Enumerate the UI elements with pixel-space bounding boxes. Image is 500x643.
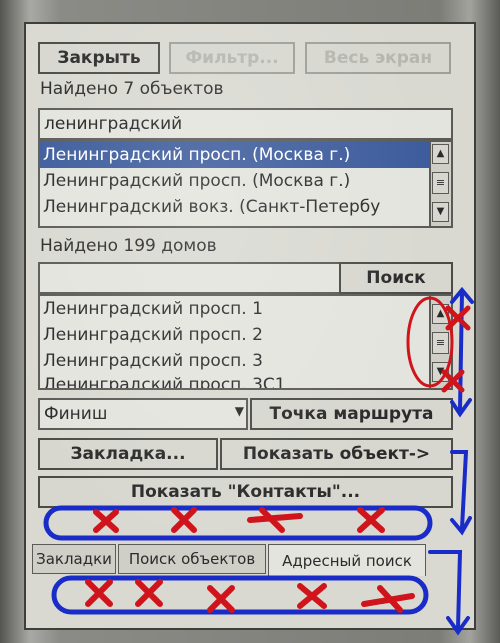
tab-object-search[interactable]: Поиск объектов (118, 544, 266, 574)
objects-scrollbar[interactable]: ▲ ≡ ▼ (429, 142, 451, 226)
list-item[interactable]: Ленинградский просп. 3 (40, 348, 429, 374)
scroll-down-icon[interactable]: ▼ (432, 362, 449, 382)
houses-found-count: Найдено 199 домов (40, 236, 217, 256)
list-item[interactable]: Ленинградский просп. 2 (40, 322, 429, 348)
houses-scrollbar[interactable]: ▲ ≡ ▼ (429, 296, 451, 388)
route-point-value: Финиш (44, 404, 108, 424)
houses-list[interactable]: Ленинградский просп. 1 Ленинградский про… (38, 294, 453, 390)
show-object-button[interactable]: Показать объект-> (220, 438, 453, 470)
objects-list[interactable]: Ленинградский просп. (Москва г.) Ленингр… (38, 140, 453, 228)
show-contacts-button[interactable]: Показать "Контакты"... (38, 476, 453, 508)
route-point-select[interactable]: Финиш ▼ (38, 398, 248, 430)
search-button[interactable]: Поиск (339, 262, 453, 294)
list-item[interactable]: Ленинградский просп. (Москва г.) (40, 168, 429, 194)
object-search-input[interactable]: ленинградский (38, 108, 453, 140)
device-screen: Закрыть Фильтр... Весь экран Найдено 7 о… (24, 22, 476, 630)
route-point-button[interactable]: Точка маршрута (250, 398, 453, 430)
scroll-up-icon[interactable]: ▲ (432, 144, 449, 164)
tab-address-search[interactable]: Адресный поиск (268, 544, 426, 576)
list-item[interactable]: Ленинградский просп. (Москва г.) (40, 142, 429, 168)
scroll-up-icon[interactable]: ▲ (432, 304, 449, 324)
scroll-thumb-icon[interactable]: ≡ (432, 332, 449, 354)
filter-button[interactable]: Фильтр... (169, 42, 295, 74)
objects-found-count: Найдено 7 объектов (40, 79, 224, 99)
close-button[interactable]: Закрыть (38, 42, 160, 74)
chevron-down-icon: ▼ (234, 404, 244, 418)
list-item[interactable]: Ленинградский просп. 3С1 (40, 374, 429, 388)
list-item[interactable]: Ленинградский просп. 1 (40, 296, 429, 322)
list-item[interactable]: Ленинградский вокз. (Санкт-Петербу (40, 194, 429, 220)
bookmark-button[interactable]: Закладка... (38, 438, 218, 470)
fullscreen-button[interactable]: Весь экран (305, 42, 451, 74)
scroll-down-icon[interactable]: ▼ (432, 202, 449, 222)
house-search-input[interactable] (38, 262, 343, 294)
scroll-thumb-icon[interactable]: ≡ (432, 172, 449, 194)
tab-bookmarks[interactable]: Закладки (32, 544, 116, 574)
